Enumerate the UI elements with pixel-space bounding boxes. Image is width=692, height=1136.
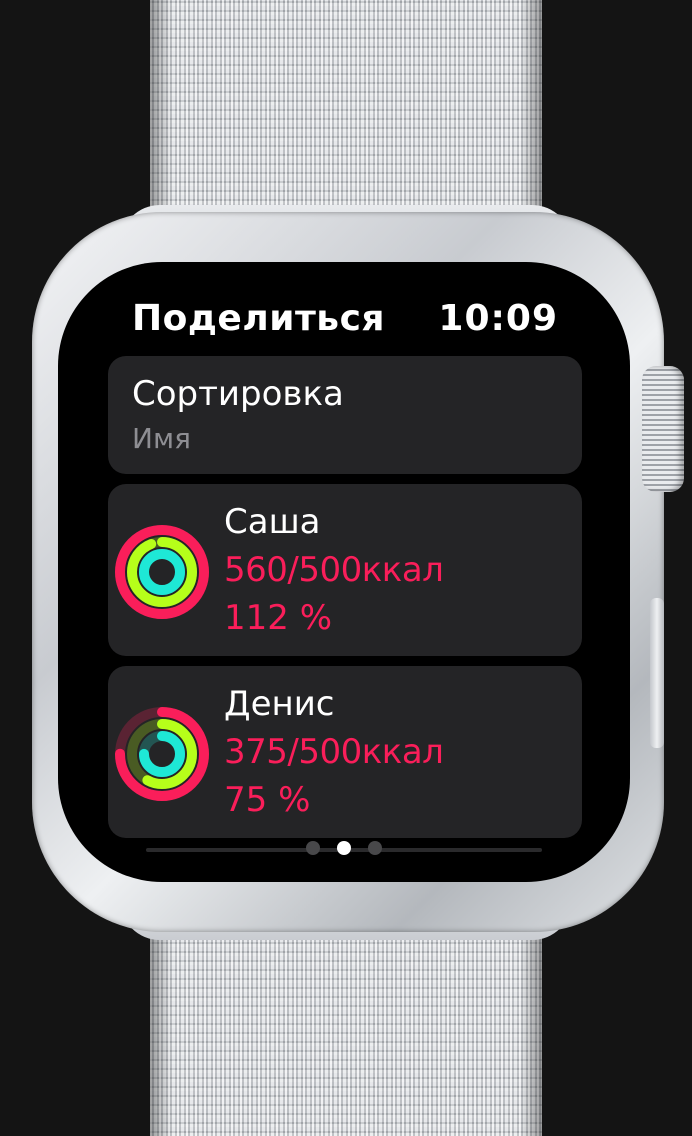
friend-name: Саша xyxy=(224,502,321,542)
page-dot xyxy=(337,841,351,855)
friend-percent: 112 % xyxy=(224,598,333,638)
watch-screen: Поделиться 10:09 Сортировка Имя Саша 560… xyxy=(58,262,630,882)
friend-calories: 560/500ккал xyxy=(224,550,444,590)
screen-title: Поделиться xyxy=(132,298,386,339)
clock-time: 10:09 xyxy=(438,298,558,339)
watch-stage: Поделиться 10:09 Сортировка Имя Саша 560… xyxy=(0,0,692,1136)
page-indicator[interactable] xyxy=(306,838,382,858)
activity-rings-icon xyxy=(115,525,209,619)
friend-card[interactable]: Саша 560/500ккал 112 % xyxy=(108,484,582,656)
page-dot xyxy=(368,841,382,855)
activity-rings-icon xyxy=(115,707,209,801)
page-dot xyxy=(306,841,320,855)
side-button[interactable] xyxy=(650,598,664,748)
stand-ring xyxy=(139,549,185,595)
sort-value: Имя xyxy=(132,422,191,455)
friend-calories: 375/500ккал xyxy=(224,732,444,772)
friend-card[interactable]: Денис 375/500ккал 75 % xyxy=(108,666,582,838)
sort-label: Сортировка xyxy=(132,374,344,414)
friend-name: Денис xyxy=(224,684,335,724)
friend-percent: 75 % xyxy=(224,780,311,820)
sort-option-button[interactable]: Сортировка Имя xyxy=(108,356,582,474)
loop-band-top xyxy=(150,0,542,240)
digital-crown[interactable] xyxy=(642,366,684,492)
